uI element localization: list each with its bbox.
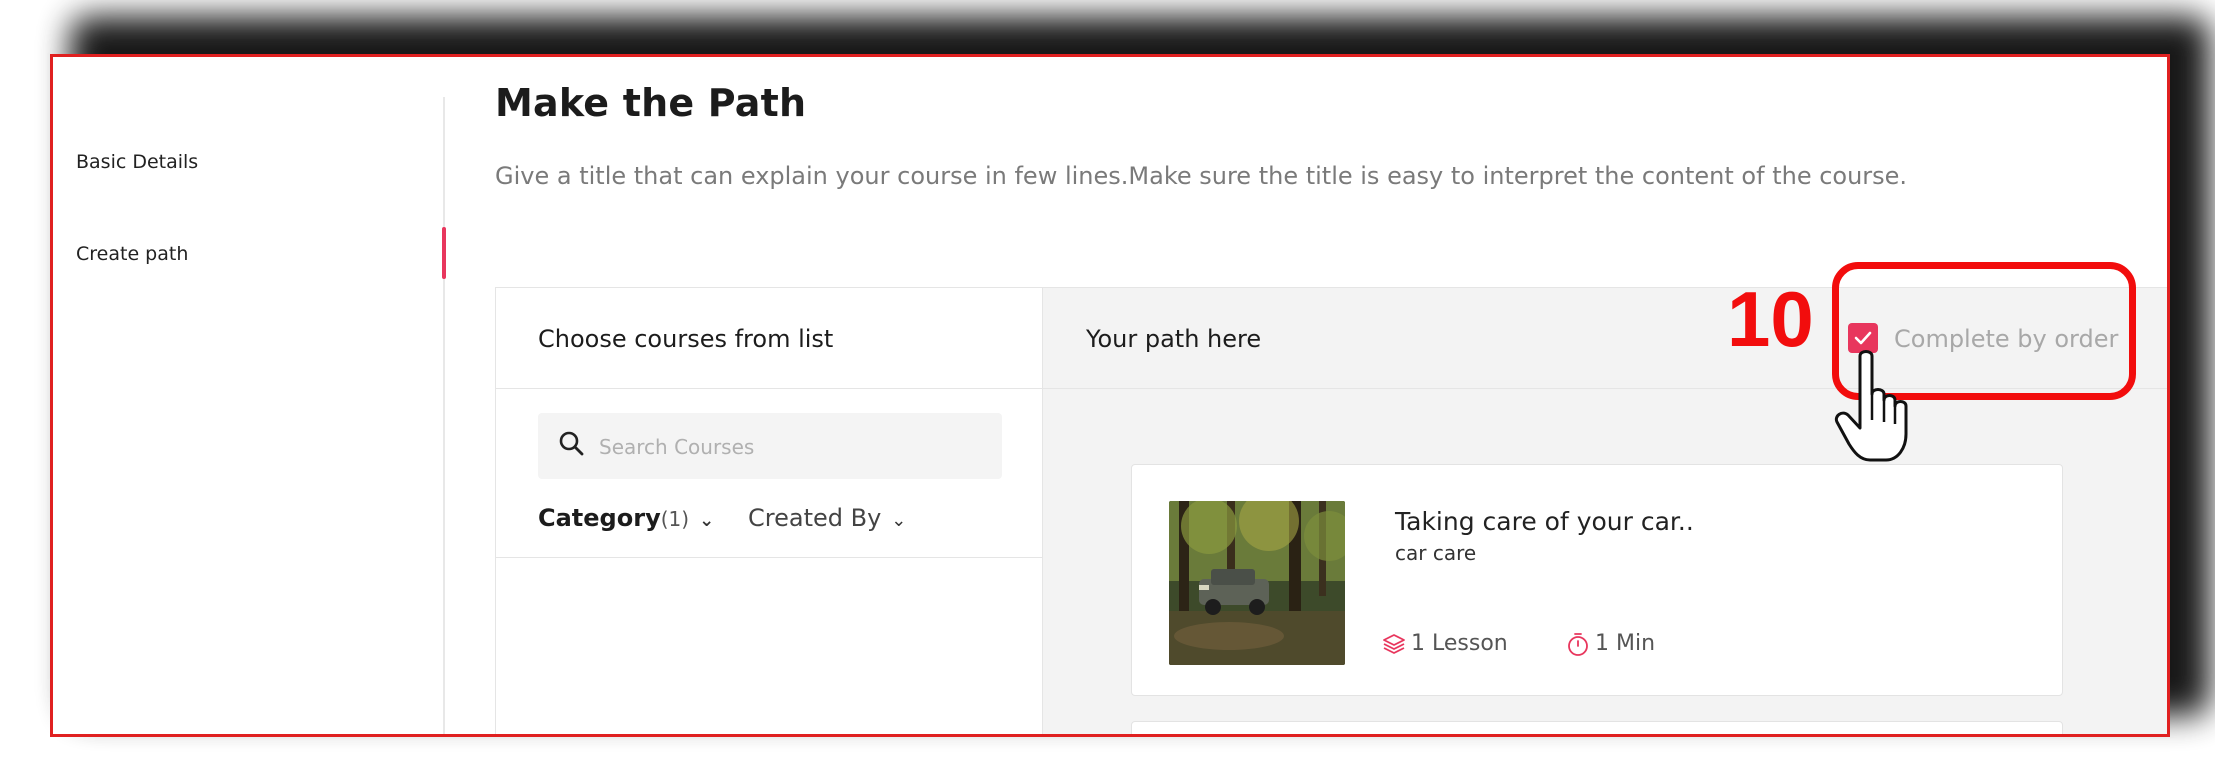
course-duration: 1 Min	[1595, 631, 1656, 656]
hand-pointer-icon	[1834, 350, 1908, 462]
category-filter-label: Category	[538, 504, 661, 532]
layers-icon	[1383, 634, 1405, 654]
course-title: Taking care of your car..	[1395, 507, 1694, 536]
course-thumbnail-image	[1169, 501, 1345, 665]
chevron-down-icon: ⌄	[699, 510, 715, 531]
step-number-annotation: 10	[1727, 275, 1814, 363]
category-filter-dropdown[interactable]: Category(1) ⌄	[538, 504, 714, 532]
search-icon	[559, 431, 584, 456]
created-by-filter-dropdown[interactable]: Created By ⌄	[748, 504, 906, 532]
path-course-card[interactable]	[1131, 721, 2063, 734]
sidebar-divider	[443, 97, 445, 734]
chevron-down-icon: ⌄	[891, 510, 907, 531]
path-title: Your path here	[1086, 325, 1262, 353]
created-by-filter-label: Created By	[748, 504, 882, 532]
page-title: Make the Path	[495, 81, 807, 125]
page-description: Give a title that can explain your cours…	[495, 162, 1908, 190]
category-filter-count: (1)	[660, 507, 690, 531]
sidebar-active-indicator	[442, 227, 446, 279]
sidebar-item-basic-details[interactable]: Basic Details	[76, 151, 198, 173]
sidebar-item-create-path[interactable]: Create path	[76, 243, 188, 265]
lesson-count: 1 Lesson	[1411, 631, 1508, 656]
filter-divider	[496, 557, 1042, 558]
stopwatch-icon	[1568, 633, 1588, 656]
panel-divider	[496, 388, 1042, 389]
course-list-title: Choose courses from list	[538, 325, 834, 353]
search-input[interactable]	[597, 423, 981, 471]
course-subtitle: car care	[1395, 541, 1477, 565]
